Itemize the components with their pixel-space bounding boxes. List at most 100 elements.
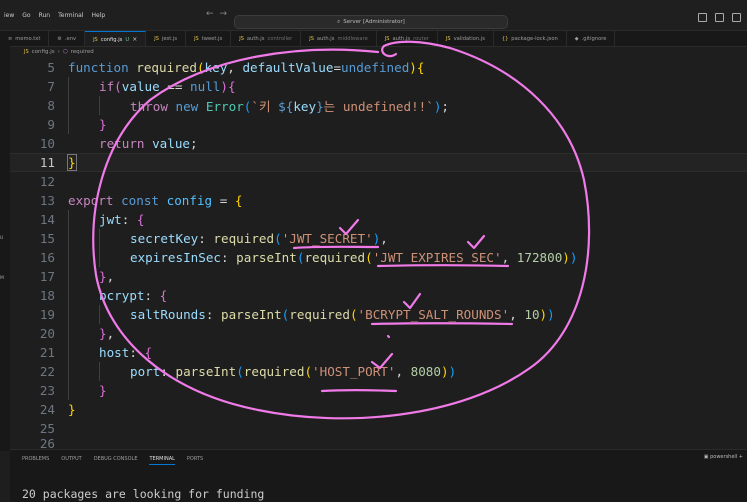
menu-help[interactable]: Help — [87, 12, 109, 19]
code-line[interactable]: 16 expiresInSec: parseInt(required('JWT_… — [10, 248, 747, 267]
code-line[interactable]: 17 }, — [10, 267, 747, 286]
tab-auth-js[interactable]: JS auth.js controller — [231, 31, 302, 46]
tab-debug-console[interactable]: DEBUG CONSOLE — [94, 456, 138, 465]
line-number: 15 — [39, 231, 55, 246]
line-number: 26 — [39, 438, 55, 448]
tab-label: memo.txt — [15, 35, 41, 42]
tab-auth-js[interactable]: JS auth.js middleware — [301, 31, 377, 46]
line-number: 18 — [39, 288, 55, 303]
tab-label: tweet.js — [201, 35, 223, 42]
code-line[interactable]: 15 secretKey: required('JWT_SECRET'), — [10, 229, 747, 248]
code-text: throw new Error(`키 ${key}는 undefined!!`)… — [130, 99, 449, 114]
forward-arrow-icon[interactable]: → — [220, 9, 234, 19]
tab-description: middleware — [337, 35, 368, 42]
tab-problems[interactable]: PROBLEMS — [22, 456, 49, 465]
tab-tweet-js[interactable]: JS tweet.js — [186, 31, 232, 46]
code-line[interactable]: 14 jwt: { — [10, 210, 747, 229]
code-text: port: parseInt(required('HOST_PORT', 808… — [130, 364, 457, 379]
code-line[interactable]: 9 } — [10, 115, 747, 134]
code-line[interactable]: 18 bcrypt: { — [10, 286, 747, 305]
toggle-secondary-sidebar-icon[interactable] — [732, 13, 741, 22]
file-type-icon: JS — [445, 35, 451, 42]
code-line[interactable]: 8 throw new Error(`키 ${key}는 undefined!!… — [10, 96, 747, 115]
tab-gitignore[interactable]: ◆ .gitignore — [567, 31, 616, 46]
terminal-output[interactable]: 20 packages are looking for funding — [22, 487, 264, 501]
file-type-icon: JS — [194, 35, 199, 42]
code-text: host: { — [99, 345, 153, 360]
back-arrow-icon[interactable]: ← — [206, 9, 220, 19]
code-editor[interactable]: 5 function required(key, defaultValue=un… — [10, 58, 747, 448]
code-line[interactable]: 21 host: { — [10, 343, 747, 362]
code-line[interactable]: 22 port: parseInt(required('HOST_PORT', … — [10, 362, 747, 381]
line-number: 23 — [39, 383, 55, 398]
git-status-badge: U — [0, 236, 4, 241]
layout-controls — [698, 13, 741, 22]
code-line[interactable]: 5 function required(key, defaultValue=un… — [10, 58, 747, 77]
terminal-shell-picker[interactable]: ▣ powershell + — [704, 454, 743, 460]
tab-terminal[interactable]: TERMINAL — [149, 456, 175, 465]
code-text: expiresInSec: parseInt(required('JWT_EXP… — [130, 250, 578, 265]
code-line[interactable]: 19 saltRounds: parseInt(required('BCRYPT… — [10, 305, 747, 324]
code-line[interactable]: 24 } — [10, 400, 747, 419]
toggle-panel-icon[interactable] — [715, 13, 724, 22]
code-line[interactable]: 12 — [10, 172, 747, 191]
code-text: } — [68, 402, 76, 417]
menu-terminal[interactable]: Terminal — [54, 12, 87, 19]
line-number: 16 — [39, 250, 55, 265]
title-bar: iew Go Run Terminal Help ←→ ⌕ Server [Ad… — [0, 0, 747, 31]
tab-env[interactable]: ⚙ .env — [49, 31, 86, 46]
code-line[interactable]: 23 } — [10, 381, 747, 400]
command-center[interactable]: ⌕ Server [Administrator] — [234, 15, 508, 29]
editor-tabs: ≡ memo.txt ⚙ .env JS config.js U × JS jest.js JS tw… — [0, 31, 747, 47]
nav-arrows: ←→ — [206, 9, 233, 19]
shell-name: powershell — [710, 454, 738, 460]
file-type-icon: JS — [309, 35, 314, 42]
tab-package-lock-json[interactable]: {} package-lock.json — [494, 31, 567, 46]
line-number: 25 — [39, 421, 55, 436]
code-line[interactable]: 7 if(value == null){ — [10, 77, 747, 96]
breadcrumb-file[interactable]: config.js — [32, 49, 55, 55]
code-line-current[interactable]: 11 } — [10, 153, 747, 172]
code-text: }, — [99, 269, 115, 284]
tab-memo-txt[interactable]: ≡ memo.txt — [0, 31, 50, 46]
close-icon[interactable]: × — [132, 36, 137, 43]
code-text: function required(key, defaultValue=unde… — [68, 60, 425, 75]
menu-run[interactable]: Run — [35, 12, 55, 19]
tab-output[interactable]: OUTPUT — [61, 456, 81, 465]
code-line[interactable]: 10 return value; — [10, 134, 747, 153]
code-text: export const config = { — [68, 193, 243, 208]
tab-label: config.js — [100, 36, 123, 43]
line-number: 7 — [47, 79, 55, 94]
terminal-icon: ▣ — [703, 454, 709, 460]
code-line[interactable]: 20 }, — [10, 324, 747, 343]
tab-jest-js[interactable]: JS jest.js — [146, 31, 187, 46]
code-text: } — [99, 117, 107, 132]
line-number: 13 — [39, 193, 55, 208]
code-text: } — [99, 383, 107, 398]
menu-go[interactable]: Go — [18, 12, 34, 19]
command-center-text: Server [Administrator] — [343, 19, 405, 25]
tab-ports[interactable]: PORTS — [187, 456, 203, 465]
add-terminal-icon[interactable]: + — [739, 454, 743, 460]
tab-label: .env — [64, 35, 77, 42]
line-number: 14 — [39, 212, 55, 227]
menu-view[interactable]: iew — [0, 12, 18, 19]
file-type-icon: JS — [239, 35, 244, 42]
tab-label: validation.js — [453, 35, 485, 42]
code-line[interactable]: 13 export const config = { — [10, 191, 747, 210]
line-number: 21 — [39, 345, 55, 360]
tab-auth-js[interactable]: JS auth.js router — [377, 31, 438, 46]
tab-config-js[interactable]: JS config.js U × — [85, 31, 147, 46]
file-type-icon: ◆ — [574, 35, 579, 42]
menu-bar: iew Go Run Terminal Help — [0, 0, 109, 30]
annotation-circle-tail — [381, 44, 398, 58]
code-line[interactable]: 25 — [10, 419, 747, 438]
file-type-icon: JS — [384, 35, 390, 42]
tab-description: router — [413, 35, 429, 42]
tab-validation-js[interactable]: JS validation.js — [438, 31, 494, 46]
breadcrumb-symbol[interactable]: required — [71, 49, 94, 55]
code-line[interactable]: 26 — [10, 438, 747, 448]
toggle-sidebar-icon[interactable] — [698, 13, 707, 22]
git-status-badge: M — [0, 276, 4, 281]
breadcrumb: JS config.js › ⬡ required — [24, 47, 94, 57]
